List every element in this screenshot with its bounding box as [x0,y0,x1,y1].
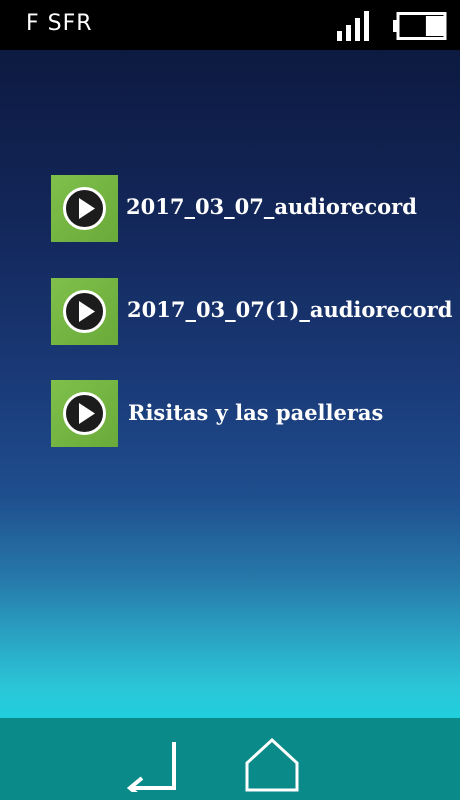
recording-title: 2017_03_07(1)_audiorecord [127,297,453,322]
navigation-bar [0,718,460,800]
list-item[interactable]: 2017_03_07(1)_audiorecord [51,278,460,346]
play-thumbnail[interactable] [51,278,118,345]
play-icon [63,187,106,230]
home-icon[interactable] [243,736,301,794]
play-icon [63,290,106,333]
signal-icon [337,11,369,41]
play-thumbnail[interactable] [51,175,118,242]
play-icon [63,392,106,435]
list-item[interactable]: 2017_03_07_audiorecord [51,175,460,243]
status-bar: F SFR [0,0,460,50]
battery-icon [393,12,447,40]
recording-title: 2017_03_07_audiorecord [126,194,417,219]
list-item[interactable]: Risitas y las paelleras [51,380,460,448]
carrier-name: F SFR [26,11,93,36]
back-icon[interactable] [124,740,180,792]
recording-title: Risitas y las paelleras [128,400,384,425]
play-thumbnail[interactable] [51,380,118,447]
